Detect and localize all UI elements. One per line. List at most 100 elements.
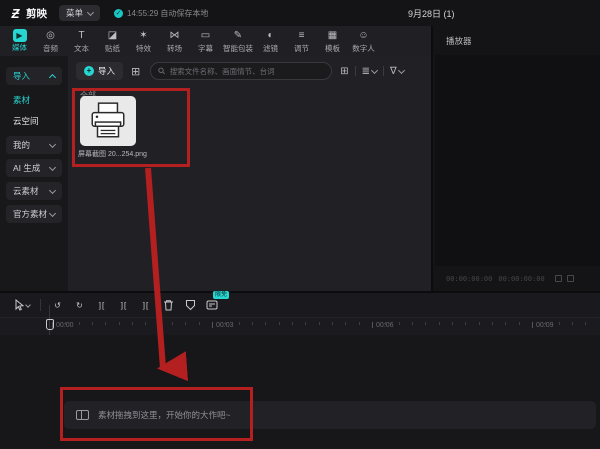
split-button[interactable]: ][	[91, 296, 113, 314]
sidebar-item-label: 云素材	[13, 185, 39, 197]
sidebar-item-mine[interactable]: 我的	[6, 136, 62, 154]
tab-adjust[interactable]: ≡调节	[286, 26, 317, 56]
ruler-tick	[52, 322, 53, 328]
filters-icon: ◐	[267, 29, 273, 43]
audio-icon: ◎	[46, 29, 55, 43]
sidebar-item-import[interactable]: 导入	[6, 67, 62, 85]
text-icon: T	[78, 29, 84, 43]
redo-button[interactable]: ↻	[69, 296, 91, 314]
tab-label: 字幕	[198, 43, 213, 54]
undo-button[interactable]: ↺	[47, 296, 69, 314]
tab-smart-pack[interactable]: ✎智能包装	[221, 26, 255, 56]
tab-label: 滤镜	[263, 43, 278, 54]
tab-sticker[interactable]: ◪贴纸	[97, 26, 128, 56]
templates-icon: ▦	[328, 29, 337, 43]
ruler-tick	[372, 322, 373, 328]
timeline-empty-hint[interactable]: 素材拖拽到这里，开始你的大作吧~	[64, 401, 596, 429]
timeline-section: ↺ ↻ ][ ][ ][ 限免 00:0000:0300:0600:09 素材拖拽到这里，…	[0, 293, 600, 449]
import-button[interactable]: + 导入	[76, 62, 123, 80]
sidebar-item-label: 官方素材	[13, 208, 47, 220]
trim-right-button[interactable]: ][	[135, 296, 157, 314]
ruler-tick	[185, 322, 186, 325]
autosave-status: ✓ 14:55:29 自动保存本地	[114, 8, 208, 19]
tab-label: 智能包装	[223, 43, 253, 54]
divider	[355, 66, 356, 76]
player-viewport[interactable]	[435, 55, 600, 266]
tab-transitions[interactable]: ⋈转场	[159, 26, 190, 56]
sidebar-item-ai-generate[interactable]: AI 生成	[6, 159, 62, 177]
filter-icon[interactable]: ∇	[390, 66, 404, 77]
ruler-tick	[532, 322, 533, 328]
redo-icon: ↻	[76, 301, 84, 310]
smart-edit-button[interactable]: 限免	[201, 296, 223, 314]
sidebar-item-official-material[interactable]: 官方素材	[6, 205, 62, 223]
delete-button[interactable]	[157, 296, 179, 314]
ribbon-tab-bar: ▶媒体◎音频T文本◪贴纸✶特效⋈转场▭字幕✎智能包装◐滤镜≡调节▦模板☺数字人	[0, 26, 431, 56]
tab-captions[interactable]: ▭字幕	[190, 26, 221, 56]
cursor-icon	[14, 299, 25, 311]
ruler-tick	[465, 322, 466, 325]
sidebar-item-cloud-space[interactable]: 云空间	[13, 115, 62, 127]
freeze-button[interactable]	[179, 296, 201, 314]
library-grid-icon[interactable]: ⊞	[131, 65, 140, 78]
media-panel: + 导入 ⊞ ⊞ ≣ ∇ 全部	[68, 56, 431, 291]
ruler-tick	[212, 322, 213, 328]
trim-left-icon: ][	[121, 301, 127, 310]
trim-left-button[interactable]: ][	[113, 296, 135, 314]
ruler-tick	[319, 322, 320, 325]
undo-icon: ↺	[54, 301, 62, 310]
ruler-tick	[585, 322, 586, 325]
search-icon	[158, 67, 165, 75]
plus-icon: +	[84, 66, 94, 76]
timeline-ruler[interactable]: 00:0000:0300:0600:09	[0, 317, 600, 335]
tab-media[interactable]: ▶媒体	[4, 26, 35, 56]
search-input[interactable]	[170, 67, 325, 76]
sidebar-item-material[interactable]: 素材	[13, 94, 62, 106]
ruler-tick	[119, 322, 120, 325]
captions-icon: ▭	[201, 29, 210, 43]
tab-label: 特效	[136, 43, 151, 54]
sidebar-item-cloud-material[interactable]: 云素材	[6, 182, 62, 200]
ruler-tick	[545, 322, 546, 325]
timeline-tracks[interactable]: 素材拖拽到这里，开始你的大作吧~	[0, 335, 600, 448]
tab-text[interactable]: T文本	[66, 26, 97, 56]
toolbar-divider	[40, 299, 41, 311]
fullscreen-icon[interactable]	[567, 275, 574, 282]
ruler-tick	[79, 322, 80, 325]
tab-digital-human[interactable]: ☺数字人	[348, 26, 379, 56]
app-window: Ƶ 剪映 菜单 ✓ 14:55:29 自动保存本地 9月28日 (1) ▶媒体◎…	[0, 0, 600, 449]
sidebar-item-label: 导入	[13, 70, 30, 82]
player-panel: 播放器 00:00:00:00 00:00:00:00	[431, 26, 600, 291]
sort-icon[interactable]: ≣	[362, 66, 377, 77]
fit-ratio-icon[interactable]	[555, 275, 562, 282]
ruler-tick	[479, 322, 480, 325]
title-bar: Ƶ 剪映 菜单 ✓ 14:55:29 自动保存本地 9月28日 (1)	[0, 0, 600, 26]
doc-pen-icon	[206, 299, 218, 311]
ruler-tick	[132, 322, 133, 325]
grid-view-icon[interactable]: ⊞	[340, 66, 348, 77]
ruler-tick	[345, 322, 346, 325]
ruler-tick	[279, 322, 280, 325]
tab-effects[interactable]: ✶特效	[128, 26, 159, 56]
transitions-icon: ⋈	[170, 29, 180, 43]
chevron-down-icon	[49, 209, 56, 216]
ruler-tick	[519, 322, 520, 325]
ruler-tick	[172, 322, 173, 325]
ruler-tick	[305, 322, 306, 325]
tab-label: 模板	[325, 43, 340, 54]
ruler-tick	[225, 322, 226, 325]
media-thumbnail[interactable]	[80, 96, 136, 146]
app-logo-text: 剪映	[26, 6, 47, 21]
tab-audio[interactable]: ◎音频	[35, 26, 66, 56]
search-box[interactable]	[150, 62, 332, 80]
tab-templates[interactable]: ▦模板	[317, 26, 348, 56]
split-icon: ][	[99, 301, 105, 310]
tab-filters[interactable]: ◐滤镜	[255, 26, 286, 56]
ruler-tick	[385, 322, 386, 325]
tab-label: 数字人	[352, 43, 375, 54]
ruler-tick	[265, 322, 266, 325]
ruler-tick	[145, 322, 146, 325]
chevron-down-icon	[49, 163, 56, 170]
menu-button[interactable]: 菜单	[59, 5, 100, 21]
project-title: 9月28日 (1)	[408, 7, 455, 20]
